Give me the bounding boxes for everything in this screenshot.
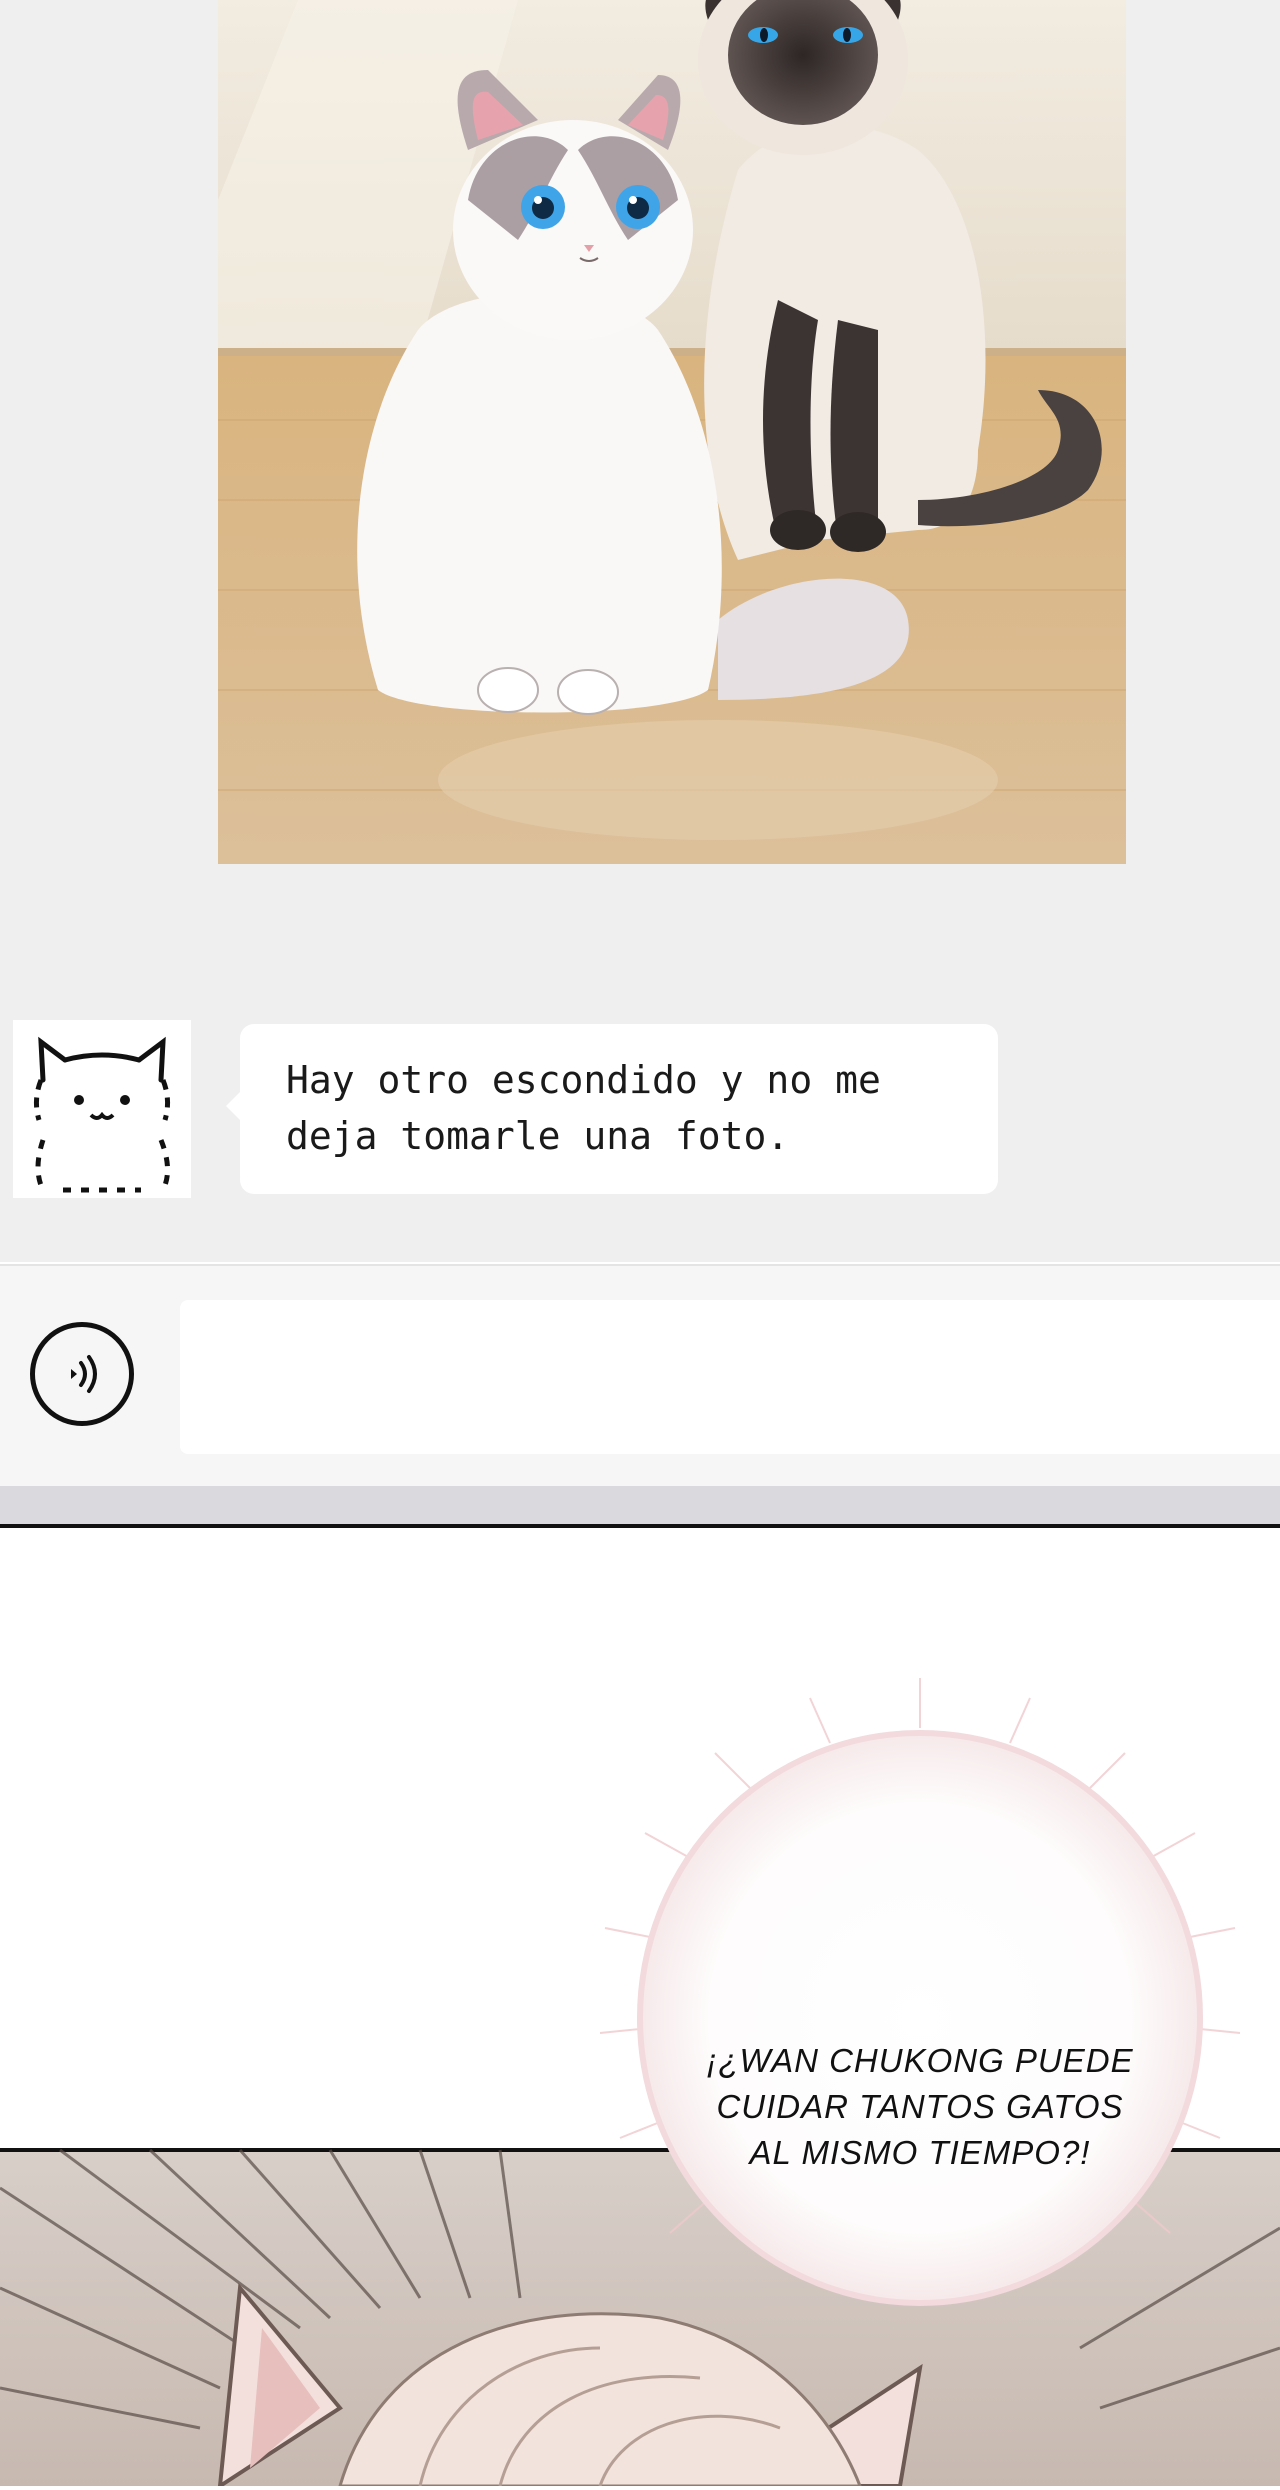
chat-bubble[interactable]: Hay otro escondido y no me deja tomarle … [226, 1024, 998, 1194]
comic-panel: ¡¿WAN CHUKONG PUEDE CUIDAR TANTOS GATOS … [0, 1524, 1280, 2490]
chat-panel: Hay otro escondido y no me deja tomarle … [0, 0, 1280, 1524]
message-text: Hay otro escondido y no me deja tomarle … [286, 1058, 881, 1158]
fluffy-cat-avatar-icon [33, 1036, 171, 1193]
input-bar [0, 1264, 1280, 1488]
photo-message-cats[interactable] [218, 0, 1126, 864]
voice-button[interactable] [30, 1322, 134, 1426]
avatar[interactable] [13, 1020, 191, 1198]
cats-photo-image [218, 0, 1126, 864]
message-input[interactable] [180, 1300, 1280, 1454]
bottom-strip [0, 1486, 1280, 1524]
voice-icon [71, 1355, 97, 1393]
comic-artwork [0, 1678, 1280, 2486]
speech-bubble-text: ¡¿WAN CHUKONG PUEDE CUIDAR TANTOS GATOS … [706, 2042, 1134, 2171]
